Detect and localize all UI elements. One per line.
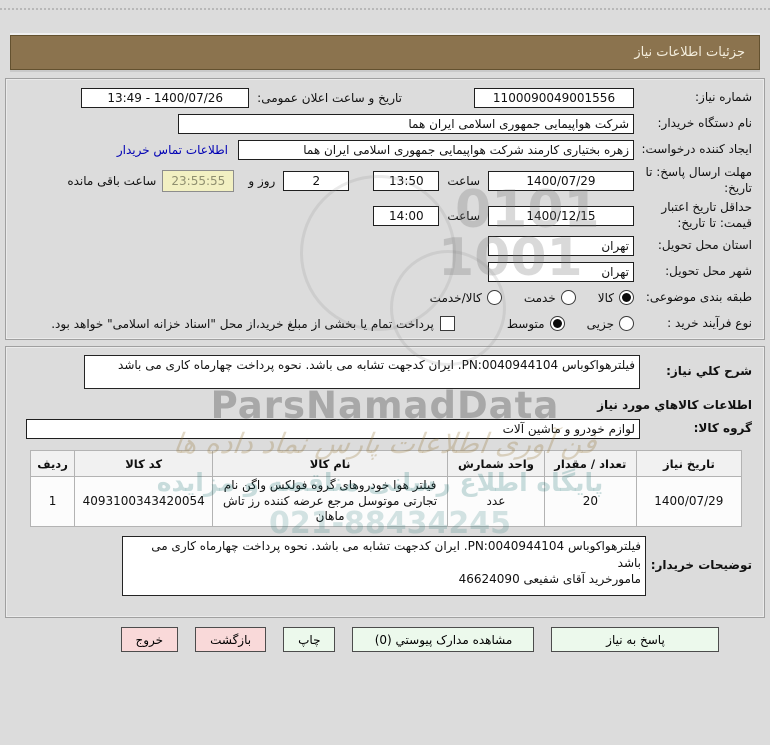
radio-goods-icon[interactable] — [619, 290, 634, 305]
cell-row-number: 1 — [29, 476, 76, 527]
price-validity-row: حداقل تاریخ اعتبار قیمت: تا تاریخ: 1400/… — [18, 200, 752, 232]
deadline-hour-label: ساعت — [447, 174, 480, 188]
goods-details-panel: شرح کلي نیاز: فیلترهواکوباس PN:004094410… — [5, 346, 765, 618]
exit-button[interactable]: خروج — [120, 627, 179, 652]
col-need-date: تاریخ نیاز — [635, 450, 743, 477]
need-number-field[interactable]: 1100090049001556 — [474, 87, 634, 108]
radio-partial-icon[interactable] — [619, 316, 634, 331]
page: جزئیات اطلاعات نیاز شماره نیاز: 11000900… — [0, 0, 770, 745]
buyer-notes-label: توضیحات خریدار: — [650, 557, 752, 572]
radio-medium[interactable]: متوسط — [507, 316, 565, 331]
cell-quantity: 20 — [543, 476, 637, 527]
radio-partial-label: جزیی — [586, 316, 614, 331]
need-number-label: شماره نیاز: — [695, 89, 752, 104]
buyer-name-field[interactable]: شرکت هواپیمایی جمهوری اسلامی ایران هما — [178, 113, 634, 134]
col-row-number: ردیف — [29, 450, 76, 477]
process-type-row: نوع فرآیند خرید : جزیی متوسط پرداخت تمام… — [18, 313, 752, 334]
request-creator-row: ایجاد کننده درخواست: زهره بختیاری کارمند… — [18, 139, 752, 160]
need-summary-field[interactable]: فیلترهواکوباس PN:0040944104. ایران کدجهت… — [84, 355, 640, 389]
reply-deadline-time-field[interactable]: 13:50 — [373, 171, 440, 191]
reply-deadline-date-field[interactable]: 1400/07/29 — [488, 171, 634, 191]
buyer-name-row: نام دستگاه خریدار: شرکت هواپیمایی جمهوری… — [18, 113, 752, 134]
delivery-city-label: شهر محل تحویل: — [665, 263, 752, 278]
treasury-checkbox-label: پرداخت تمام یا بخشی از مبلغ خرید،از محل … — [51, 316, 434, 331]
goods-table-header-row: تاریخ نیاز تعداد / مقدار واحد شمارش نام … — [29, 450, 743, 477]
goods-group-label: گروه کالا: — [693, 421, 752, 436]
delivery-province-row: استان محل تحویل: تهران — [18, 235, 752, 256]
cell-goods-code: 4093100343420054 — [74, 476, 214, 527]
back-button[interactable]: بازگشت — [195, 627, 267, 652]
treasury-checkbox[interactable] — [439, 316, 455, 331]
radio-goods-label: کالا — [597, 290, 614, 305]
classification-row: طبقه بندی موضوعی: کالا خدمت کالا/خدمت — [18, 287, 752, 308]
col-quantity: تعداد / مقدار — [543, 450, 637, 477]
radio-goods[interactable]: کالا — [598, 290, 634, 305]
radio-service-icon[interactable] — [560, 290, 576, 305]
need-summary-row: شرح کلي نیاز: فیلترهواکوباس PN:004094410… — [18, 355, 752, 389]
goods-group-field[interactable]: لوازم خودرو و ماشین آلات — [26, 419, 640, 439]
radio-goods-service[interactable]: کالا/خدمت — [430, 290, 502, 305]
price-validity-date-field[interactable]: 1400/12/15 — [488, 206, 634, 226]
announce-datetime-field[interactable]: 13:49 - 1400/07/26 — [81, 87, 250, 108]
col-goods-code: کد کالا — [74, 450, 214, 477]
classification-label: طبقه بندی موضوعی: — [645, 289, 752, 304]
validity-hour-label: ساعت — [447, 209, 480, 223]
buyer-notes-field[interactable]: فیلترهواکوباس PN:0040944104. ایران کدجهت… — [122, 535, 646, 596]
need-info-panel: شماره نیاز: 1100090049001556 تاریخ و ساع… — [5, 78, 765, 340]
col-goods-name: نام کالا — [212, 450, 448, 477]
buyer-name-label: نام دستگاه خریدار: — [657, 115, 753, 130]
delivery-province-label: استان محل تحویل: — [657, 237, 752, 252]
cell-need-date: 1400/07/29 — [635, 476, 743, 527]
request-creator-field[interactable]: زهره بختیاری کارمند شرکت هواپیمایی جمهور… — [238, 139, 634, 160]
need-number-row: شماره نیاز: 1100090049001556 تاریخ و ساع… — [18, 87, 752, 108]
cell-unit: عدد — [447, 476, 545, 527]
request-creator-label: ایجاد کننده درخواست: — [641, 141, 752, 156]
radio-partial[interactable]: جزیی — [587, 316, 634, 331]
reply-to-need-button[interactable]: پاسخ به نیاز — [551, 627, 720, 652]
radio-medium-icon[interactable] — [549, 316, 565, 331]
page-title-bar: جزئیات اطلاعات نیاز — [10, 35, 760, 70]
countdown-timer: 23:55:55 — [162, 170, 235, 192]
hours-remaining-label: ساعت باقی مانده — [67, 174, 157, 188]
need-summary-label: شرح کلي نیاز: — [666, 364, 752, 379]
days-and-label: روز و — [248, 174, 276, 188]
price-validity-label: حداقل تاریخ اعتبار قیمت: تا تاریخ: — [661, 200, 752, 230]
radio-goods-service-label: کالا/خدمت — [429, 290, 482, 305]
announce-datetime-label: تاریخ و ساعت اعلان عمومی: — [257, 90, 402, 105]
delivery-province-field[interactable]: تهران — [488, 235, 634, 256]
goods-section-title: اطلاعات کالاهاي مورد نیاز — [597, 398, 752, 412]
table-row: 1400/07/29 20 عدد فیلتر هوا خودروهای گرو… — [29, 476, 743, 527]
delivery-city-field[interactable]: تهران — [488, 261, 634, 282]
reply-deadline-row: مهلت ارسال پاسخ: تا تاریخ: 1400/07/29 سا… — [18, 165, 752, 197]
buyer-notes-row: توضیحات خریدار: فیلترهواکوباس PN:0040944… — [18, 535, 752, 596]
delivery-city-row: شهر محل تحویل: تهران — [18, 261, 752, 282]
remaining-days-field[interactable]: 2 — [283, 171, 350, 191]
radio-service[interactable]: خدمت — [524, 290, 576, 305]
top-dotted-divider — [0, 8, 770, 10]
cell-goods-name: فیلتر هوا خودروهای گروه فولکس واگن نام ت… — [212, 476, 448, 527]
radio-service-label: خدمت — [523, 290, 556, 305]
print-button[interactable]: چاپ — [283, 627, 336, 652]
radio-goods-service-icon[interactable] — [486, 290, 502, 305]
buyer-contact-link[interactable]: اطلاعات تماس خریدار — [117, 143, 228, 157]
process-type-label: نوع فرآیند خرید : — [667, 315, 752, 330]
goods-group-row: گروه کالا: لوازم خودرو و ماشین آلات — [18, 419, 752, 439]
treasury-checkbox-group: پرداخت تمام یا بخشی از مبلغ خرید،از محل … — [51, 316, 455, 331]
action-buttons: خروج بازگشت چاپ مشاهده مدارک پیوستي (0) … — [35, 627, 770, 652]
page-title: جزئیات اطلاعات نیاز — [634, 45, 745, 60]
reply-deadline-label: مهلت ارسال پاسخ: تا تاریخ: — [645, 165, 752, 195]
col-unit: واحد شمارش — [447, 450, 545, 477]
radio-medium-label: متوسط — [506, 316, 545, 331]
goods-table: تاریخ نیاز تعداد / مقدار واحد شمارش نام … — [29, 450, 743, 527]
view-attachments-button[interactable]: مشاهده مدارک پیوستي (0) — [352, 627, 535, 652]
price-validity-time-field[interactable]: 14:00 — [373, 206, 440, 226]
